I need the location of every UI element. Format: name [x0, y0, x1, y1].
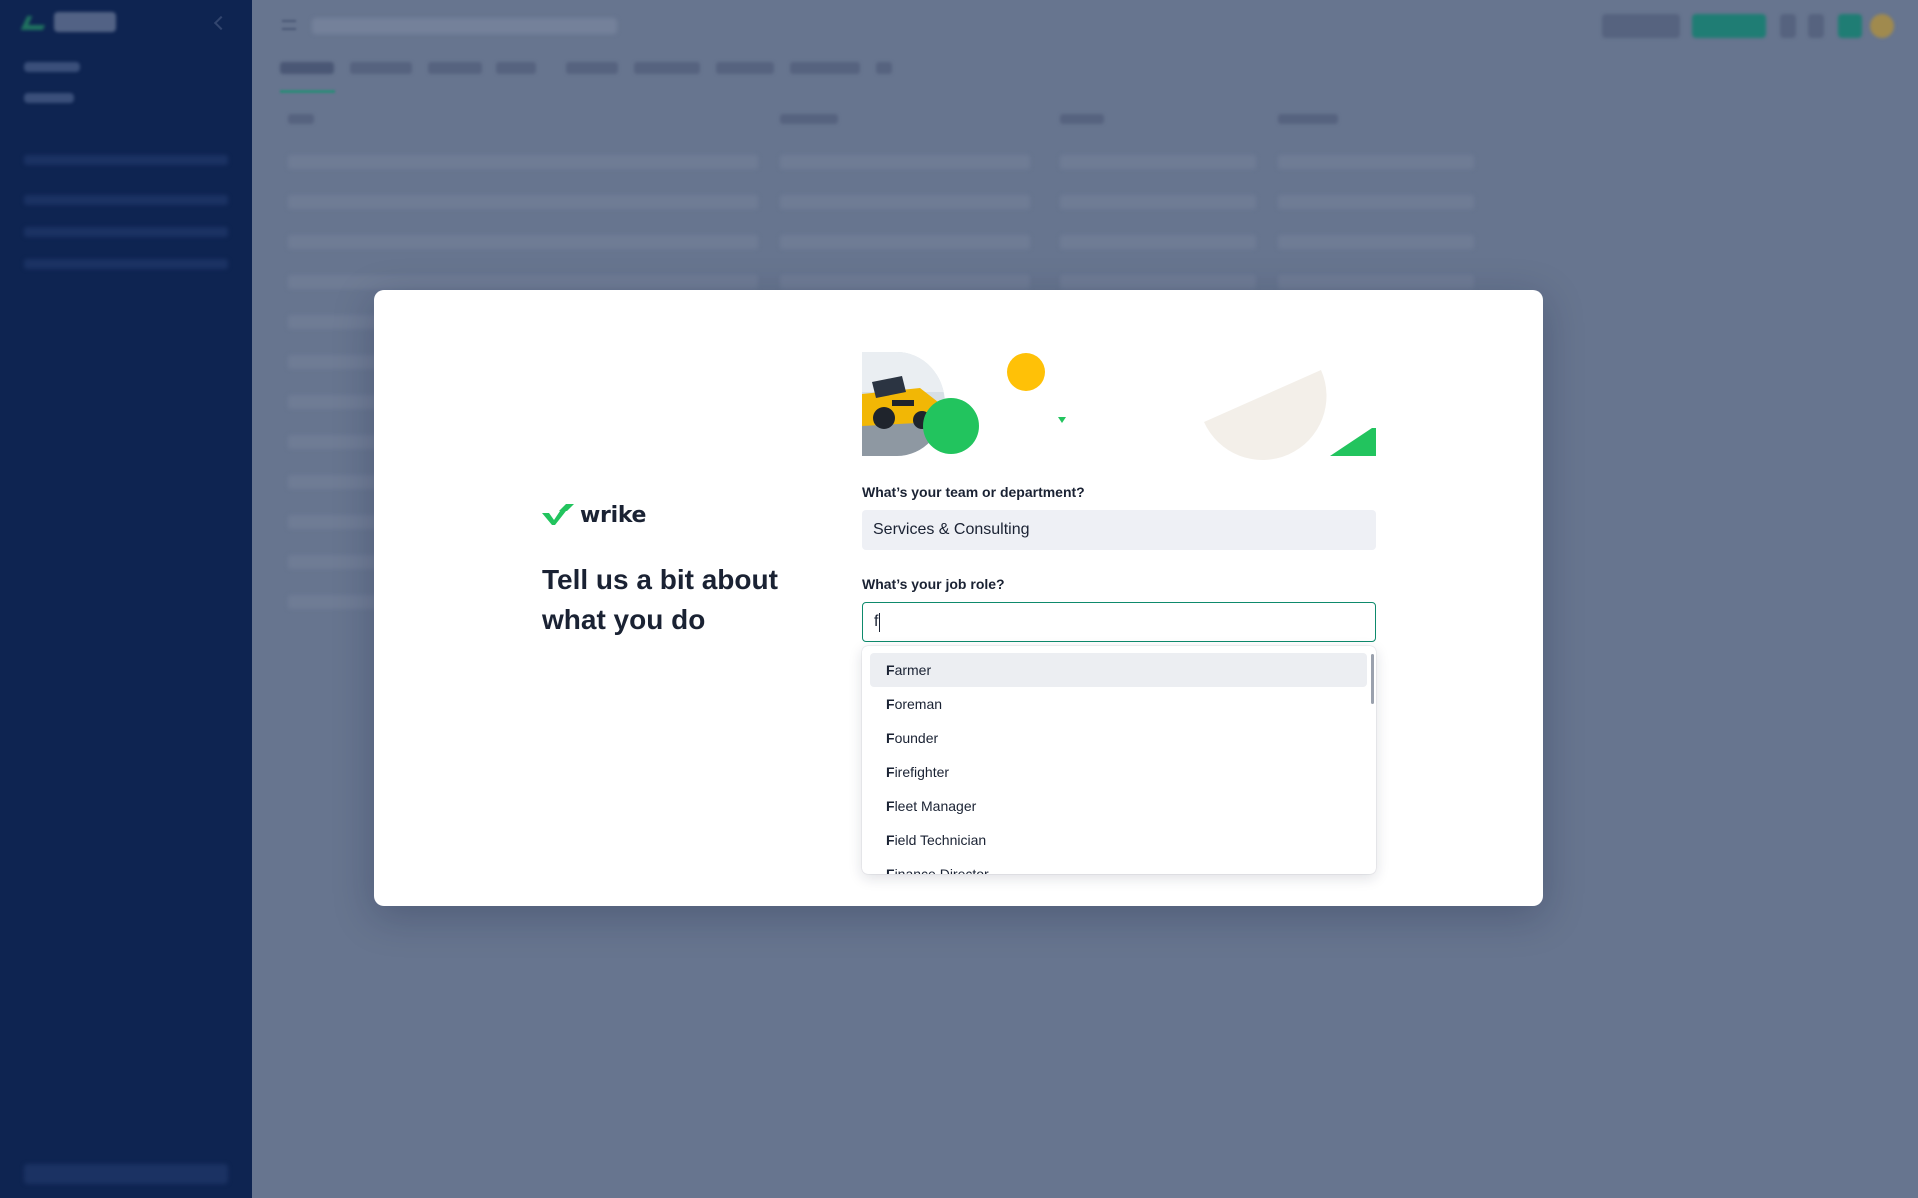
column-header	[780, 114, 838, 124]
role-option[interactable]: Fleet Manager	[870, 789, 1367, 823]
team-select-value: Services & Consulting	[873, 521, 1030, 538]
option-match-text: F	[886, 764, 895, 780]
suggestions-scrollbar[interactable]	[1371, 654, 1374, 704]
column-header	[288, 114, 314, 124]
team-select[interactable]: Services & Consulting	[862, 510, 1376, 550]
text-caret	[879, 612, 881, 632]
beige-half-circle	[1204, 370, 1327, 460]
view-tab	[350, 62, 412, 74]
sidebar-item	[24, 93, 74, 103]
job-role-input-value: f	[874, 613, 879, 630]
option-match-text: F	[886, 832, 895, 848]
toolbar-item	[876, 62, 892, 74]
job-role-input[interactable]: f	[862, 602, 1376, 642]
small-green-triangle	[1058, 417, 1066, 423]
avatar	[1870, 14, 1894, 38]
sidebar-item	[24, 62, 80, 72]
sidebar-placeholder-row	[24, 227, 228, 237]
option-label: armer	[894, 662, 932, 678]
wrike-check-icon	[542, 504, 574, 525]
role-field-label: What’s your job role?	[862, 576, 1005, 592]
suggestion-list: Farmer Foreman Founder Firefighter Fleet Man…	[870, 653, 1367, 874]
table-cell-placeholder	[780, 235, 1030, 249]
view-tab	[496, 62, 536, 74]
table-cell-placeholder	[1278, 155, 1474, 169]
page-title: Tell us a bit about what you do	[542, 564, 778, 635]
role-option[interactable]: Field Technician	[870, 823, 1367, 857]
table-cell-placeholder	[1060, 275, 1256, 289]
app-logo	[20, 12, 124, 36]
view-tab	[428, 62, 482, 74]
table-cell-placeholder	[288, 155, 758, 169]
menu-icon	[282, 20, 296, 30]
team-field-label: What’s your team or department?	[862, 484, 1085, 500]
table-cell-placeholder	[780, 275, 1030, 289]
table-cell-placeholder	[288, 275, 758, 289]
topbar-link	[1602, 14, 1680, 38]
onboarding-modal: wrike Tell us a bit about what you do Wh…	[374, 290, 1543, 906]
sidebar-footer	[24, 1164, 228, 1184]
table-cell-placeholder	[1278, 235, 1474, 249]
brand-logo: wrike	[542, 502, 646, 528]
table-cell-placeholder	[780, 155, 1030, 169]
active-tab-underline	[280, 90, 335, 93]
option-label: ield Technician	[894, 832, 987, 848]
role-option[interactable]: Founder	[870, 721, 1367, 755]
topbar-icon	[1808, 14, 1824, 38]
table-cell-placeholder	[288, 235, 758, 249]
table-cell-placeholder	[1278, 195, 1474, 209]
avatar	[1838, 14, 1862, 38]
table-cell-placeholder	[1060, 235, 1256, 249]
option-label: ounder	[894, 730, 939, 746]
table-cell-placeholder	[1278, 275, 1474, 289]
column-header	[1278, 114, 1338, 124]
sidebar-placeholder-row	[24, 259, 228, 269]
job-role-suggestions: Farmer Foreman Founder Firefighter Fleet Man…	[862, 646, 1376, 874]
header-illustration	[862, 352, 1376, 460]
role-option[interactable]: Farmer	[870, 653, 1367, 687]
option-match-text: F	[886, 696, 895, 712]
option-match-text: F	[886, 798, 895, 814]
sidebar-placeholder-row	[24, 195, 228, 205]
view-tab	[280, 62, 334, 74]
table-cell-placeholder	[1060, 155, 1256, 169]
table-cell-placeholder	[780, 195, 1030, 209]
toolbar-item	[634, 62, 700, 74]
option-match-text: F	[886, 866, 895, 874]
toolbar-item	[716, 62, 774, 74]
topbar-icon	[1780, 14, 1796, 38]
table-cell-placeholder	[288, 195, 758, 209]
option-label: inance Director	[894, 866, 989, 874]
green-triangle	[1330, 428, 1376, 456]
toolbar-filter	[566, 62, 618, 74]
topbar-button	[1692, 14, 1766, 38]
yellow-circle	[1007, 353, 1045, 391]
brand-name: wrike	[580, 502, 647, 528]
collapse-sidebar-icon	[213, 15, 229, 31]
sidebar-placeholder-row	[24, 155, 228, 165]
role-option[interactable]: Firefighter	[870, 755, 1367, 789]
option-label: leet Manager	[894, 798, 977, 814]
column-header	[1060, 114, 1104, 124]
table-cell-placeholder	[1060, 195, 1256, 209]
option-match-text: F	[886, 662, 895, 678]
green-circle	[923, 398, 979, 454]
option-label: oreman	[894, 696, 943, 712]
role-option[interactable]: Finance Director	[870, 857, 1367, 874]
app-sidebar	[0, 0, 252, 1198]
role-option[interactable]: Foreman	[870, 687, 1367, 721]
toolbar-item	[790, 62, 860, 74]
option-label: irefighter	[894, 764, 950, 780]
option-match-text: F	[886, 730, 895, 746]
search-bar	[312, 18, 617, 34]
